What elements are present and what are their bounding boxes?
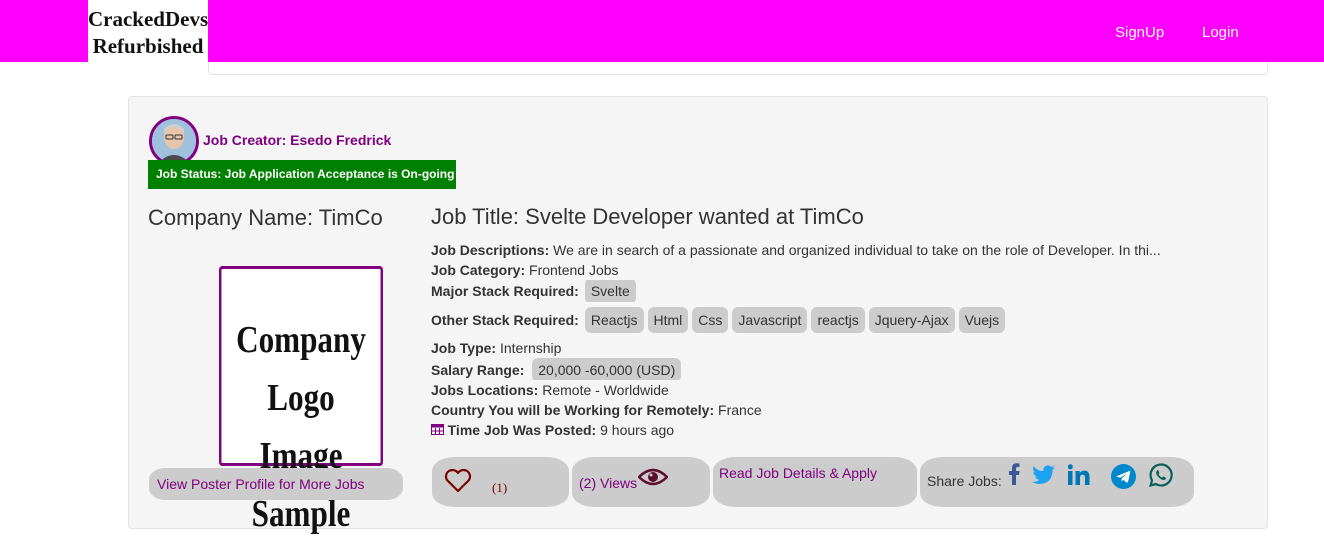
job-creator[interactable]: Job Creator: Esedo Fredrick [203, 132, 391, 148]
other-stack-row: Other Stack Required: Reactjs Html Css J… [431, 305, 1251, 334]
category-label: Job Category: [431, 262, 526, 278]
locations-row: Jobs Locations: Remote - Worldwide [431, 380, 1251, 400]
major-stack-label: Major Stack Required: [431, 283, 579, 299]
stack-tag: Jquery-Ajax [868, 306, 955, 333]
stack-tag: Javascript [732, 306, 808, 333]
job-type-value: Internship [499, 340, 562, 356]
descriptions-row: Job Descriptions: We are in search of a … [431, 240, 1251, 260]
eye-icon [637, 466, 669, 491]
login-link[interactable]: Login [1202, 24, 1239, 41]
country-value: France [718, 402, 762, 418]
telegram-icon[interactable] [1111, 464, 1136, 492]
major-stack-row: Major Stack Required: Svelte [431, 280, 1251, 302]
stack-tag: Html [647, 306, 689, 333]
category-value: Frontend Jobs [529, 262, 619, 278]
salary-label: Salary Range: [431, 362, 525, 378]
job-details: Job Descriptions: We are in search of a … [431, 240, 1251, 440]
view-poster-profile-link[interactable]: View Poster Profile for More Jobs [149, 468, 403, 500]
descriptions-label: Job Descriptions: [431, 242, 550, 258]
country-label: Country You will be Working for Remotely… [431, 402, 715, 418]
twitter-icon[interactable] [1032, 465, 1056, 488]
posted-label: Time Job Was Posted: [447, 422, 597, 438]
locations-value: Remote - Worldwide [542, 382, 669, 398]
job-type-row: Job Type: Internship [431, 338, 1251, 358]
other-stack-label: Other Stack Required: [431, 311, 579, 328]
locations-label: Jobs Locations: [431, 382, 539, 398]
heart-icon [444, 468, 472, 496]
like-button[interactable]: (1) [432, 457, 569, 507]
read-apply-text: Read Job Details & Apply [719, 465, 877, 481]
descriptions-value: We are in search of a passionate and org… [553, 242, 1161, 258]
job-type-label: Job Type: [431, 340, 497, 356]
top-navbar: CrackedDevs Refurbished SignUp Login [0, 0, 1324, 73]
stack-tag: Css [692, 306, 729, 333]
creator-avatar[interactable] [149, 116, 199, 166]
job-title: Job Title: Svelte Developer wanted at Ti… [431, 204, 864, 229]
category-row: Job Category: Frontend Jobs [431, 260, 1251, 280]
brand-line-1: CrackedDevs [88, 7, 209, 31]
facebook-icon[interactable] [1008, 463, 1020, 488]
like-count: (1) [492, 480, 508, 495]
salary-row: Salary Range: 20,000 -60,000 (USD) [431, 358, 1251, 380]
company-logo-line-1: Company Logo [236, 319, 366, 419]
views-counter[interactable]: (2) Views [572, 457, 710, 507]
job-status-badge: Job Status: Job Application Acceptance i… [148, 160, 456, 189]
posted-value: 9 hours ago [600, 422, 675, 438]
job-card: Job Creator: Esedo Fredrick Job Status: … [128, 96, 1268, 535]
share-label: Share Jobs: [927, 473, 1002, 489]
share-bar: Share Jobs: [920, 457, 1194, 507]
posted-row: Time Job Was Posted: 9 hours ago [431, 420, 1251, 440]
stack-tag: Vuejs [958, 306, 1006, 333]
linkedin-icon[interactable] [1067, 464, 1090, 489]
brand-line-2: Refurbished [92, 34, 204, 58]
stack-tag: Reactjs [584, 306, 644, 333]
stack-tag: reactjs [811, 306, 865, 333]
brand-logo[interactable]: CrackedDevs Refurbished [88, 0, 208, 73]
calendar-icon [431, 423, 448, 438]
whatsapp-icon[interactable] [1149, 463, 1173, 490]
views-text: (2) Views [579, 475, 638, 491]
header-strip [208, 62, 1268, 75]
read-job-details-button[interactable]: Read Job Details & Apply [713, 457, 917, 507]
salary-value: 20,000 -60,000 (USD) [532, 358, 682, 380]
avatar-image [152, 119, 196, 163]
signup-link[interactable]: SignUp [1115, 24, 1164, 41]
stack-tag: Svelte [584, 280, 636, 302]
company-logo: Company Logo Image Sample [219, 266, 383, 535]
country-row: Country You will be Working for Remotely… [431, 400, 1251, 420]
company-name: Company Name: TimCo [148, 205, 383, 230]
